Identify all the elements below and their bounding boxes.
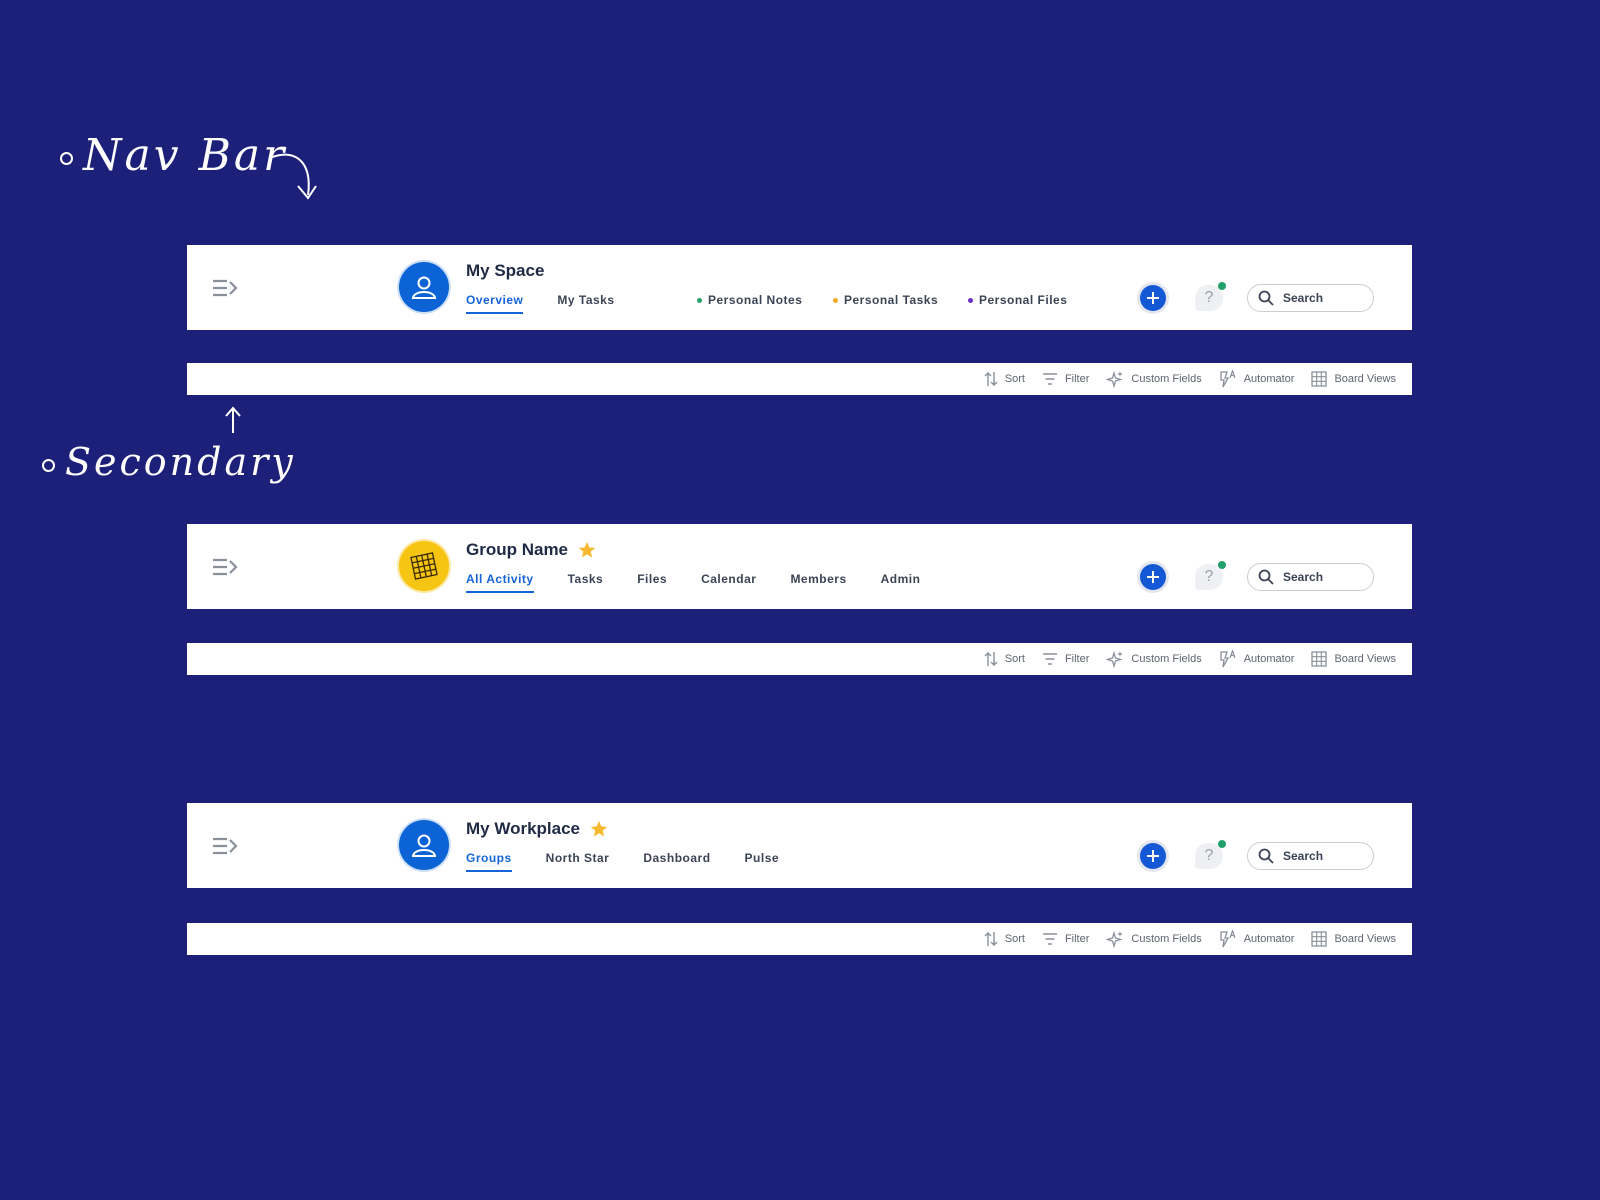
link-personal-tasks[interactable]: Personal Tasks [833,293,938,307]
menu-expand-icon[interactable] [212,277,238,299]
up-arrow-icon [225,406,241,433]
help-button[interactable]: ? [1195,282,1226,311]
add-button[interactable] [1140,285,1166,311]
tab-north-star[interactable]: North Star [546,851,610,872]
custom-fields-button[interactable]: Custom Fields [1106,650,1202,668]
search-input[interactable]: Search [1247,563,1374,591]
star-icon[interactable] [578,541,596,559]
filter-icon [1042,653,1057,665]
custom-fields-button[interactable]: Custom Fields [1106,930,1202,948]
filter-button[interactable]: Filter [1042,653,1089,665]
add-button[interactable] [1140,843,1166,869]
link-personal-files[interactable]: Personal Files [968,293,1067,307]
grid-icon [1311,931,1328,947]
automator-button[interactable]: Automator [1219,370,1294,388]
search-icon [1258,569,1274,585]
automator-icon [1220,650,1236,668]
user-icon [411,834,437,857]
filter-button[interactable]: Filter [1042,933,1089,945]
custom-fields-button[interactable]: Custom Fields [1106,370,1202,388]
grid-icon [1311,651,1328,667]
sort-button[interactable]: Sort [984,931,1025,947]
search-icon [1258,290,1274,306]
avatar [399,262,449,312]
sort-icon [984,932,998,946]
tab-admin[interactable]: Admin [881,572,921,593]
status-dot [697,297,702,303]
tab-members[interactable]: Members [790,572,846,593]
automator-icon [1220,930,1236,948]
grid-icon [410,552,438,580]
automator-button[interactable]: Automator [1219,650,1294,668]
sparkle-icon [1106,370,1124,388]
secondary-bar: Sort Filter Custom Fields Automator Boar… [187,363,1412,395]
menu-expand-icon[interactable] [212,835,238,857]
menu-expand-icon[interactable] [212,556,238,578]
search-input[interactable]: Search [1247,842,1374,870]
filter-icon [1042,933,1057,945]
tab-groups[interactable]: Groups [466,851,512,872]
page-title: My Workplace [466,819,581,838]
curved-arrow-icon [269,153,317,200]
sort-icon [984,652,998,666]
board-views-button[interactable]: Board Views [1311,931,1396,947]
page-title: Group Name [466,540,569,559]
annotation-nav-bar: Nav Bar [60,130,287,181]
tab-tasks[interactable]: Tasks [568,572,604,593]
online-dot [1218,282,1226,290]
tab-all-activity[interactable]: All Activity [466,572,534,593]
annotation-secondary: Secondary [42,440,296,484]
tab-calendar[interactable]: Calendar [701,572,756,593]
sort-icon [984,372,998,386]
sort-button[interactable]: Sort [984,371,1025,387]
filter-icon [1042,373,1057,385]
grid-icon [1311,371,1328,387]
search-icon [1258,848,1274,864]
online-dot [1218,840,1226,848]
user-icon [411,276,437,299]
avatar [399,541,449,591]
secondary-bar: Sort Filter Custom Fields Automator Boar… [187,643,1412,675]
star-icon[interactable] [590,820,608,838]
filter-button[interactable]: Filter [1042,373,1089,385]
nav-bar-group: Group Name All Activity Tasks Files Cale… [187,524,1412,609]
plus-icon [1147,292,1159,304]
plus-icon [1147,850,1159,862]
add-button[interactable] [1140,564,1166,590]
sparkle-icon [1106,650,1124,668]
board-views-button[interactable]: Board Views [1311,651,1396,667]
board-views-button[interactable]: Board Views [1311,371,1396,387]
nav-bar-my-space: My Space Overview My Tasks Personal Note… [187,245,1412,330]
tab-overview[interactable]: Overview [466,293,524,314]
status-dot [968,297,973,303]
tab-dashboard[interactable]: Dashboard [643,851,710,872]
sparkle-icon [1106,930,1124,948]
plus-icon [1147,571,1159,583]
avatar [399,820,449,870]
online-dot [1218,561,1226,569]
sort-button[interactable]: Sort [984,651,1025,667]
automator-icon [1220,370,1236,388]
nav-bar-my-workplace: My Workplace Groups North Star Dashboard… [187,803,1412,888]
help-button[interactable]: ? [1195,840,1226,869]
help-button[interactable]: ? [1195,561,1226,590]
automator-button[interactable]: Automator [1219,930,1294,948]
tab-my-tasks[interactable]: My Tasks [557,293,614,314]
page-title: My Space [466,261,545,280]
search-input[interactable]: Search [1247,284,1374,312]
tab-pulse[interactable]: Pulse [745,851,780,872]
link-personal-notes[interactable]: Personal Notes [697,293,802,307]
status-dot [833,297,838,303]
tab-files[interactable]: Files [637,572,667,593]
secondary-bar: Sort Filter Custom Fields Automator Boar… [187,923,1412,955]
